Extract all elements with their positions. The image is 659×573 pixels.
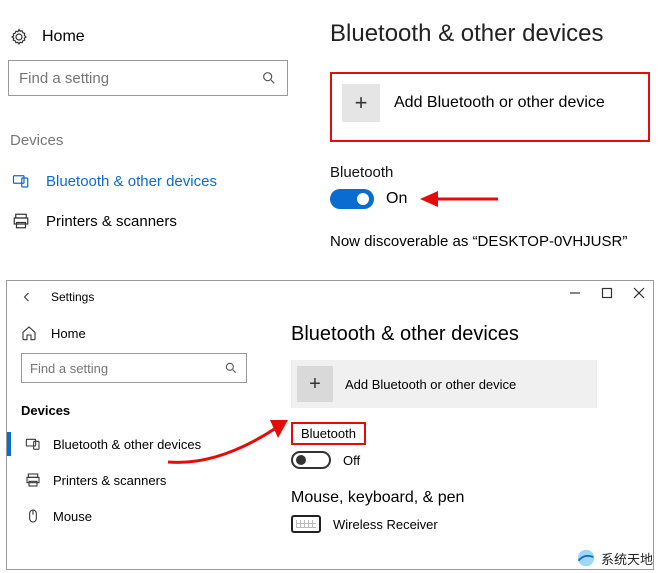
- mouse-icon: [25, 508, 41, 524]
- annotation-arrow-icon: [158, 414, 298, 474]
- back-icon[interactable]: [21, 291, 33, 303]
- devices-bluetooth-icon: [25, 436, 41, 452]
- printer-icon: [12, 212, 30, 230]
- devices-bluetooth-icon: [12, 172, 30, 190]
- home-label: Home: [51, 326, 86, 341]
- sidebar-item-label: Printers & scanners: [53, 473, 166, 488]
- add-device-button[interactable]: + Add Bluetooth or other device: [330, 72, 650, 142]
- gear-icon: [10, 28, 28, 46]
- device-category: Mouse, keyboard, & pen: [291, 489, 621, 507]
- keyboard-icon: [291, 515, 321, 533]
- home-label: Home: [42, 28, 85, 46]
- sidebar-item-label: Mouse: [53, 509, 92, 524]
- bluetooth-label: Bluetooth: [330, 164, 650, 181]
- bluetooth-toggle-row: On: [330, 189, 650, 209]
- search-icon: [224, 361, 238, 375]
- search-input[interactable]: [19, 70, 261, 87]
- plus-icon: +: [342, 84, 380, 122]
- add-device-button[interactable]: + Add Bluetooth or other device: [291, 360, 597, 408]
- bluetooth-label: Bluetooth: [291, 422, 366, 445]
- search-icon: [261, 70, 277, 86]
- home-row[interactable]: Home: [8, 28, 306, 46]
- sidebar-item-printers[interactable]: Printers & scanners: [8, 201, 306, 241]
- annotation-arrow-icon: [420, 187, 500, 211]
- main-content: Bluetooth & other devices + Add Bluetoot…: [330, 20, 650, 250]
- search-input[interactable]: [30, 361, 224, 376]
- device-name: Wireless Receiver: [333, 517, 438, 532]
- main-content: Bluetooth & other devices + Add Bluetoot…: [291, 323, 621, 533]
- device-row[interactable]: Wireless Receiver: [291, 515, 621, 533]
- window-controls: [569, 287, 645, 299]
- page-heading: Bluetooth & other devices: [291, 323, 621, 346]
- titlebar: Settings: [7, 281, 653, 313]
- bluetooth-toggle[interactable]: [330, 189, 374, 209]
- search-box[interactable]: [8, 60, 288, 96]
- close-icon[interactable]: [633, 287, 645, 299]
- plus-icon: +: [297, 366, 333, 402]
- minimize-icon[interactable]: [569, 287, 581, 299]
- printer-icon: [25, 472, 41, 488]
- watermark-text: 系统天地: [601, 549, 653, 568]
- section-title: Devices: [8, 132, 306, 149]
- sidebar: Home Devices Bluetooth & other devices P…: [8, 28, 306, 241]
- sidebar-item-label: Printers & scanners: [46, 213, 177, 230]
- sidebar-item-label: Bluetooth & other devices: [46, 173, 217, 190]
- toggle-state-label: On: [386, 190, 407, 208]
- settings-window: Settings Home Devices Bluetooth & other …: [6, 280, 654, 570]
- home-icon: [21, 325, 37, 341]
- discoverable-text: Now discoverable as “DESKTOP-0VHJUSR”: [330, 233, 650, 250]
- add-device-label: Add Bluetooth or other device: [345, 377, 516, 392]
- globe-icon: [575, 547, 597, 569]
- search-box[interactable]: [21, 353, 247, 383]
- toggle-state-label: Off: [343, 453, 360, 468]
- page-heading: Bluetooth & other devices: [330, 20, 650, 48]
- sidebar-item-mouse[interactable]: Mouse: [21, 498, 261, 534]
- add-device-label: Add Bluetooth or other device: [394, 94, 605, 112]
- home-row[interactable]: Home: [21, 325, 261, 341]
- watermark: 系统天地: [575, 547, 653, 569]
- maximize-icon[interactable]: [601, 287, 613, 299]
- bluetooth-toggle-row: Off: [291, 451, 621, 469]
- sidebar-item-bluetooth[interactable]: Bluetooth & other devices: [8, 161, 306, 201]
- window-title: Settings: [51, 290, 94, 304]
- settings-upper-pane: Home Devices Bluetooth & other devices P…: [0, 0, 659, 260]
